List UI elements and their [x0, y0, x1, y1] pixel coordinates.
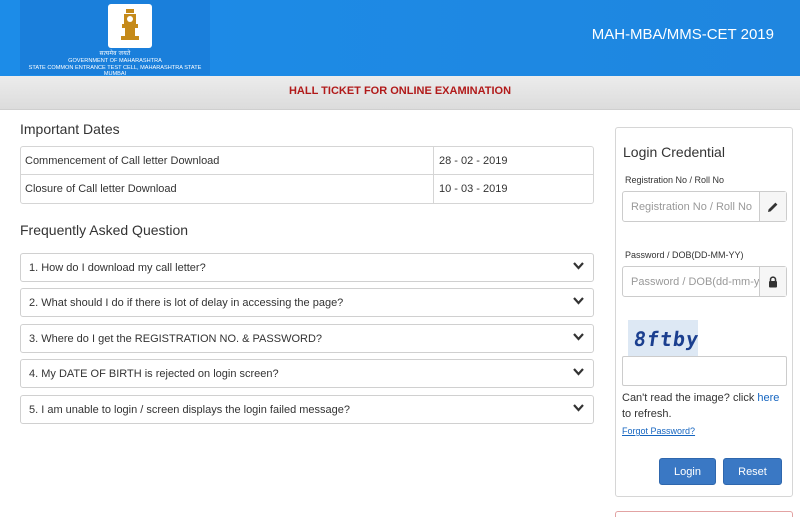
- faq-question: 5. I am unable to login / screen display…: [29, 404, 351, 416]
- forgot-password-link[interactable]: Forgot Password?: [622, 426, 695, 436]
- registration-input[interactable]: [623, 192, 761, 221]
- captcha-text: 8ftby: [632, 327, 698, 351]
- page-title: HALL TICKET FOR ONLINE EXAMINATION: [288, 85, 512, 97]
- lock-icon: [759, 267, 786, 296]
- faq-item-5[interactable]: 5. I am unable to login / screen display…: [20, 395, 594, 424]
- important-dates-table: Commencement of Call letter Download 28 …: [20, 146, 594, 204]
- table-row: Closure of Call letter Download 10 - 03 …: [21, 175, 593, 203]
- date-value: 10 - 03 - 2019: [439, 183, 508, 195]
- header-bar: सत्यमेव जयते GOVERNMENT OF MAHARASHTRA S…: [0, 0, 800, 78]
- login-button[interactable]: Login: [659, 458, 716, 485]
- captcha-input[interactable]: [622, 356, 787, 386]
- logo-block: सत्यमेव जयते GOVERNMENT OF MAHARASHTRA S…: [20, 0, 210, 78]
- login-title: Login Credential: [623, 144, 725, 160]
- emblem-motto: सत्यमेव जयते: [99, 51, 131, 57]
- faq-item-4[interactable]: 4. My DATE OF BIRTH is rejected on login…: [20, 359, 594, 388]
- faq-heading: Frequently Asked Question: [20, 222, 189, 238]
- chevron-down-icon: [573, 297, 584, 305]
- government-caption: GOVERNMENT OF MAHARASHTRA STATE COMMON E…: [20, 58, 210, 78]
- next-panel-edge: [615, 511, 793, 517]
- faq-item-3[interactable]: 3. Where do I get the REGISTRATION NO. &…: [20, 324, 594, 353]
- login-panel: Login Credential Registration No / Roll …: [615, 127, 793, 497]
- exam-title: MAH-MBA/MMS-CET 2019: [591, 26, 774, 43]
- refresh-hint-suffix: to refresh.: [622, 408, 672, 420]
- faq-question: 4. My DATE OF BIRTH is rejected on login…: [29, 368, 279, 380]
- chevron-down-icon: [573, 333, 584, 341]
- important-dates-heading: Important Dates: [20, 121, 120, 137]
- faq-item-2[interactable]: 2. What should I do if there is lot of d…: [20, 288, 594, 317]
- captcha-refresh-hint: Can't read the image? click here to refr…: [622, 390, 788, 422]
- state-emblem-icon: [108, 4, 152, 48]
- registration-field: [622, 191, 787, 222]
- date-label: Commencement of Call letter Download: [21, 147, 434, 174]
- chevron-down-icon: [573, 404, 584, 412]
- reset-button[interactable]: Reset: [723, 458, 782, 485]
- faq-question: 2. What should I do if there is lot of d…: [29, 297, 344, 309]
- page-banner: HALL TICKET FOR ONLINE EXAMINATION: [0, 76, 800, 110]
- chevron-down-icon: [573, 262, 584, 270]
- pencil-icon: [759, 192, 786, 221]
- faq-item-1[interactable]: 1. How do I download my call letter?: [20, 253, 594, 282]
- captcha-image: 8ftby: [628, 320, 698, 356]
- password-input[interactable]: [623, 267, 761, 296]
- faq-question: 1. How do I download my call letter?: [29, 262, 206, 274]
- date-value: 28 - 02 - 2019: [439, 155, 508, 167]
- chevron-down-icon: [573, 368, 584, 376]
- table-row: Commencement of Call letter Download 28 …: [21, 147, 593, 175]
- password-label: Password / DOB(DD-MM-YY): [625, 250, 744, 260]
- date-label: Closure of Call letter Download: [21, 175, 434, 203]
- password-field: [622, 266, 787, 297]
- faq-question: 3. Where do I get the REGISTRATION NO. &…: [29, 333, 323, 345]
- registration-label: Registration No / Roll No: [625, 175, 725, 185]
- refresh-captcha-link[interactable]: here: [757, 392, 779, 404]
- refresh-hint-prefix: Can't read the image? click: [622, 392, 758, 404]
